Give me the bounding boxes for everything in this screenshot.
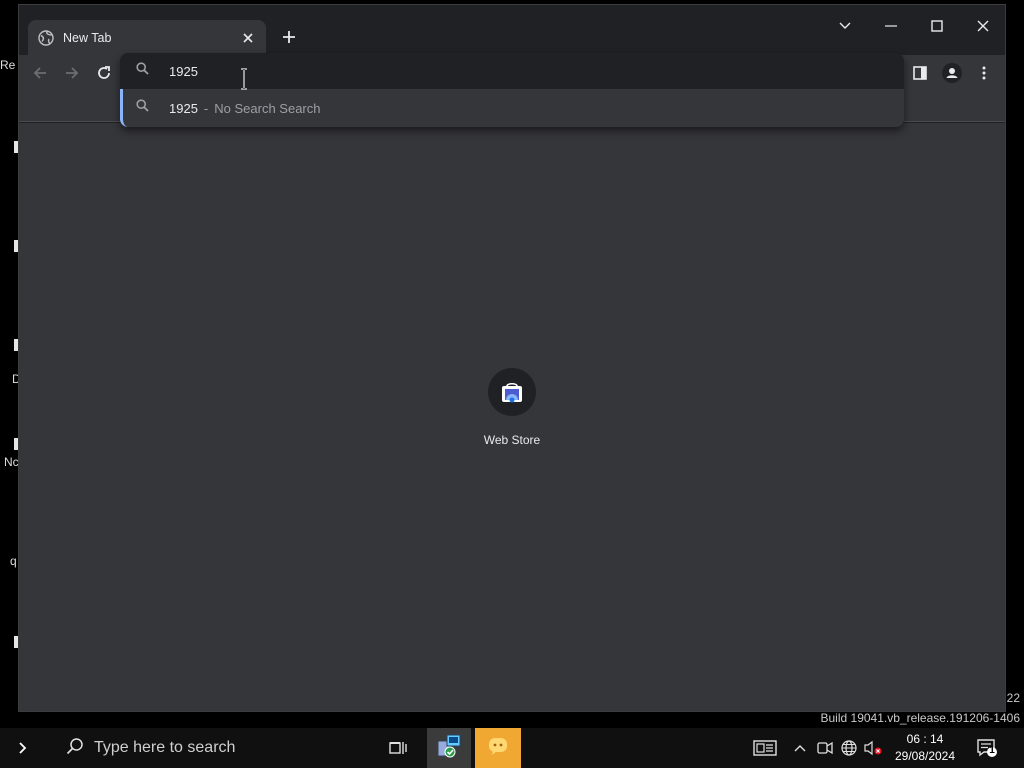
globe-icon (38, 29, 54, 46)
profile-avatar-icon[interactable] (940, 61, 964, 85)
tab-new-tab[interactable]: New Tab (28, 20, 266, 55)
tab-title: New Tab (63, 30, 112, 45)
taskbar: Type here to search 06 : 14 29/08/2024 1 (0, 728, 1024, 768)
reload-icon[interactable] (92, 61, 116, 85)
shortcut-web-store[interactable]: Web Store (462, 368, 562, 447)
camera-meet-icon[interactable] (814, 728, 836, 768)
desktop-icon-label: Re (0, 58, 16, 72)
web-store-icon (488, 368, 536, 416)
taskbar-app-chat[interactable] (475, 728, 521, 768)
news-widget-icon[interactable] (748, 728, 782, 768)
omnibox-input-row (120, 53, 904, 89)
start-chevron-icon[interactable] (8, 728, 38, 768)
tray-chevron-up-icon[interactable] (790, 728, 810, 768)
task-view-icon[interactable] (383, 728, 413, 768)
menu-kebab-icon[interactable] (972, 61, 996, 85)
taskbar-search[interactable]: Type here to search (46, 728, 376, 768)
clock-date: 29/08/2024 (894, 749, 956, 763)
forward-arrow-icon[interactable] (60, 61, 84, 85)
address-bar-input[interactable] (169, 63, 469, 79)
taskbar-app-installer[interactable] (427, 728, 471, 768)
omnibox-suggestion[interactable]: 1925 - No Search Search (120, 89, 904, 127)
suggestion-separator: - (203, 100, 209, 116)
minimize-icon[interactable] (876, 13, 906, 39)
tab-close-icon[interactable] (240, 30, 256, 46)
suggestion-description: No Search Search (214, 100, 321, 116)
installer-app-icon (436, 733, 462, 764)
title-bar: New Tab (19, 5, 1005, 55)
search-placeholder: Type here to search (94, 739, 236, 756)
chat-app-icon (487, 735, 509, 762)
maximize-icon[interactable] (922, 13, 952, 39)
search-icon (136, 99, 149, 117)
taskbar-clock[interactable]: 06 : 14 29/08/2024 (888, 730, 962, 766)
notification-badge: 1 (989, 745, 995, 756)
omnibox-dropdown: 1925 - No Search Search (120, 53, 904, 127)
watermark-line: 22 (1006, 691, 1020, 705)
network-globe-icon[interactable] (838, 728, 860, 768)
notification-center-icon[interactable]: 1 (970, 728, 1004, 768)
side-panel-icon[interactable] (908, 61, 932, 85)
volume-muted-icon[interactable] (862, 728, 884, 768)
clock-time: 06 : 14 (906, 732, 944, 746)
watermark-build: Build 19041.vb_release.191206-1406 (820, 711, 1021, 725)
text-cursor-icon (240, 68, 248, 90)
suggestion-query: 1925 (169, 100, 198, 116)
back-arrow-icon[interactable] (28, 61, 52, 85)
tab-search-chevron-icon[interactable] (830, 13, 860, 39)
search-icon (66, 737, 84, 760)
close-window-icon[interactable] (968, 13, 998, 39)
new-tab-plus-icon[interactable] (277, 25, 301, 49)
shortcut-label: Web Store (483, 433, 541, 447)
search-icon (136, 62, 149, 80)
